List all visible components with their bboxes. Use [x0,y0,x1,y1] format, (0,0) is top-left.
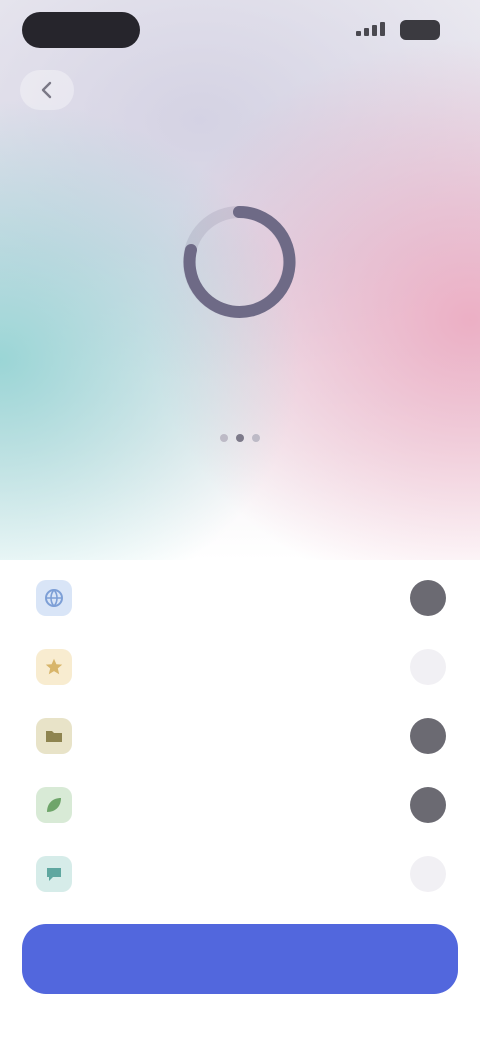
continue-button[interactable] [22,924,458,994]
loading-spinner [175,198,303,326]
back-button[interactable] [20,70,74,110]
page-dot [252,434,260,442]
selection-toggle[interactable] [410,649,446,685]
page-dot [236,434,244,442]
page-indicator [218,434,262,442]
list-item-3[interactable] [28,706,452,766]
selection-toggle[interactable] [410,856,446,892]
selection-toggle[interactable] [410,580,446,616]
chevron-left-icon [41,81,52,99]
list-item-2[interactable] [28,637,452,697]
dynamic-island [22,12,140,48]
selection-toggle[interactable] [410,718,446,754]
list-item-5[interactable] [28,844,452,904]
signal-icon [356,22,385,36]
list-item-4[interactable] [28,775,452,835]
battery-icon [400,20,440,40]
leaf-icon [36,787,72,823]
list-item-1[interactable] [28,568,452,628]
folder-icon [36,718,72,754]
selection-toggle[interactable] [410,787,446,823]
star-icon [36,649,72,685]
chat-icon [36,856,72,892]
page-dot [220,434,228,442]
spinner-icon [183,205,296,318]
status-bar [0,0,480,66]
skip-button[interactable] [392,72,446,100]
globe-icon [36,580,72,616]
headline [20,458,460,494]
